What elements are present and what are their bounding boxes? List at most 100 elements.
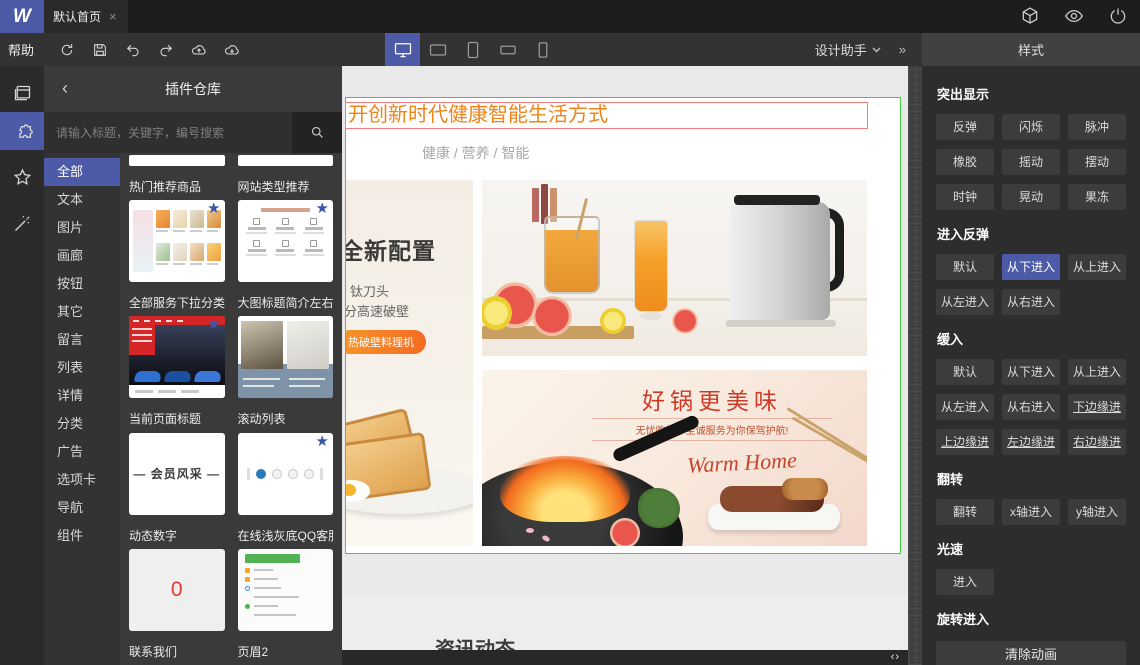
cube-icon[interactable] [1020,6,1040,26]
category-all[interactable]: 全部 [44,158,120,186]
anim-button-lightspeed-in[interactable]: 进入 [936,569,994,595]
category-other[interactable]: 其它 [44,298,120,326]
plugin-card-site-types[interactable]: ★ [237,200,333,283]
anim-button-flip-x[interactable]: x轴进入 [1002,499,1060,525]
anim-button-easein-left-edge[interactable]: 左边缘进 [1002,429,1060,455]
deco-grapefruit [672,308,698,334]
anim-button-bouncein-left[interactable]: 从左进入 [936,289,994,315]
category-list[interactable]: 列表 [44,354,120,382]
anim-button-flash[interactable]: 闪烁 [1002,114,1060,140]
anim-button-jello[interactable]: 果冻 [1068,184,1126,210]
search-button[interactable] [292,112,342,153]
category-tabs[interactable]: 选项卡 [44,466,120,494]
device-phone-portrait-button[interactable] [525,33,560,66]
plugin-card-dynamic-number[interactable]: 0 [129,548,225,631]
banner-kettle[interactable] [482,180,867,356]
device-desktop-button[interactable] [385,33,420,66]
category-classify[interactable]: 分类 [44,410,120,438]
plugin-label: 动态数字 [129,528,178,542]
category-text[interactable]: 文本 [44,186,120,214]
code-toggle-icon[interactable]: ‹› [891,651,900,663]
anim-button-easein-default[interactable]: 默认 [936,359,994,385]
hero-title-box[interactable]: 开创新时代健康智能生活方式 [345,102,868,129]
anim-button-shake[interactable]: 摇动 [1002,149,1060,175]
device-tablet-landscape-button[interactable] [420,33,455,66]
anim-button-easein-down[interactable]: 从上进入 [1068,359,1126,385]
category-button[interactable]: 按钮 [44,270,120,298]
plugin-card-big-image-slider[interactable] [237,316,333,399]
anim-button-easein-top-edge[interactable]: 上边缘进 [936,429,994,455]
anim-button-wobble[interactable]: 晃动 [1002,184,1060,210]
search-input[interactable] [44,112,292,153]
anim-button-clock[interactable]: 时钟 [936,184,994,210]
anim-button-rubber[interactable]: 橡胶 [936,149,994,175]
back-button[interactable]: ‹ [62,76,68,100]
sidebar-item-favorites[interactable] [0,158,44,196]
cloud-download-icon[interactable] [224,42,240,58]
sidebar-item-tools[interactable] [0,204,44,242]
pages-icon [14,85,30,100]
category-ad[interactable]: 广告 [44,438,120,466]
plugin-card-partial[interactable] [237,155,333,166]
anim-button-bounce[interactable]: 反弹 [936,114,994,140]
redo-icon[interactable] [158,42,174,58]
category-detail[interactable]: 详情 [44,382,120,410]
star-icon: ★ [207,200,221,218]
sidebar-item-plugins[interactable] [0,112,44,150]
save-icon[interactable] [92,42,108,58]
sidebar-item-pages[interactable] [0,74,44,112]
anim-button-flip[interactable]: 翻转 [936,499,994,525]
device-tablet-portrait-button[interactable] [455,33,490,66]
anim-button-bouncein-default[interactable]: 默认 [936,254,994,280]
plugin-card-hot-products[interactable]: ★ [129,200,225,283]
anim-button-flip-y[interactable]: y轴进入 [1068,499,1126,525]
banner-wok[interactable]: 好锅更美味 无忧购物，至诚服务为你保驾护航! Warm Home [482,370,867,546]
category-gallery[interactable]: 画廊 [44,242,120,270]
selected-section[interactable]: 开创新时代健康智能生活方式 健康 / 营养 / 智能 全新配置 钛刀头 分高速破… [345,97,901,554]
preview-text: 0 [129,548,225,631]
help-button[interactable]: 帮助 [8,40,42,59]
anim-button-easein-left[interactable]: 从左进入 [936,394,994,420]
banner-blender[interactable]: 全新配置 钛刀头 分高速破壁 热破壁料理机 [346,180,473,546]
anim-button-easein-right[interactable]: 从右进入 [1002,394,1060,420]
undo-icon[interactable] [125,42,141,58]
anim-button-bouncein-up[interactable]: 从下进入 [1002,254,1060,280]
section-title-lightspeed: 光速 [937,542,964,557]
anim-button-easein-right-edge[interactable]: 右边缘进 [1068,429,1126,455]
deco-book [532,188,539,222]
clear-animation-button[interactable]: 清除动画 [936,641,1126,665]
design-canvas[interactable]: 开创新时代健康智能生活方式 健康 / 营养 / 智能 全新配置 钛刀头 分高速破… [342,66,908,665]
animation-panel: 突出显示 反弹 闪烁 脉冲 橡胶 摇动 摆动 时钟 晃动 果冻 进入反弹 默认 … [922,66,1140,665]
anim-button-easein-up[interactable]: 从下进入 [1002,359,1060,385]
plugin-card-partial[interactable] [129,155,225,166]
plugin-card-scroll-list[interactable]: ★ [237,432,333,515]
design-assistant-button[interactable]: 设计助手 [815,40,881,59]
category-nav[interactable]: 导航 [44,494,120,522]
category-image[interactable]: 图片 [44,214,120,242]
category-message[interactable]: 留言 [44,326,120,354]
anim-button-bouncein-right[interactable]: 从右进入 [1002,289,1060,315]
device-phone-landscape-button[interactable] [490,33,525,66]
plugin-label: 页眉2 [237,644,269,658]
deco-meat [782,478,828,500]
more-button[interactable]: » [899,42,906,57]
plugin-card-page-title[interactable]: — 会员风采 — [129,432,225,515]
anim-button-pulse[interactable]: 脉冲 [1068,114,1126,140]
deco-glass-foot [640,312,662,320]
cloud-upload-icon[interactable] [191,42,207,58]
preview-eye-icon[interactable] [1064,6,1084,26]
refresh-icon[interactable] [59,42,75,58]
plugin-card-qq-service[interactable] [237,548,333,631]
anim-button-easein-bottom-edge[interactable]: 下边缘进 [1068,394,1126,420]
canvas-scrollbar[interactable] [908,66,922,665]
category-component[interactable]: 组件 [44,522,120,550]
anim-button-bouncein-down[interactable]: 从上进入 [1068,254,1126,280]
hero-subtitle[interactable]: 健康 / 营养 / 智能 [422,143,529,163]
close-icon[interactable]: × [109,9,117,24]
anim-button-swing[interactable]: 摆动 [1068,149,1126,175]
page-tab[interactable]: 默认首页 × [44,0,128,33]
plugin-label: 当前页面标题 [129,412,202,426]
tab-style[interactable]: 样式 [922,33,1140,66]
plugin-card-dropdown-nav[interactable]: ★ [129,316,225,399]
power-icon[interactable] [1108,6,1128,26]
